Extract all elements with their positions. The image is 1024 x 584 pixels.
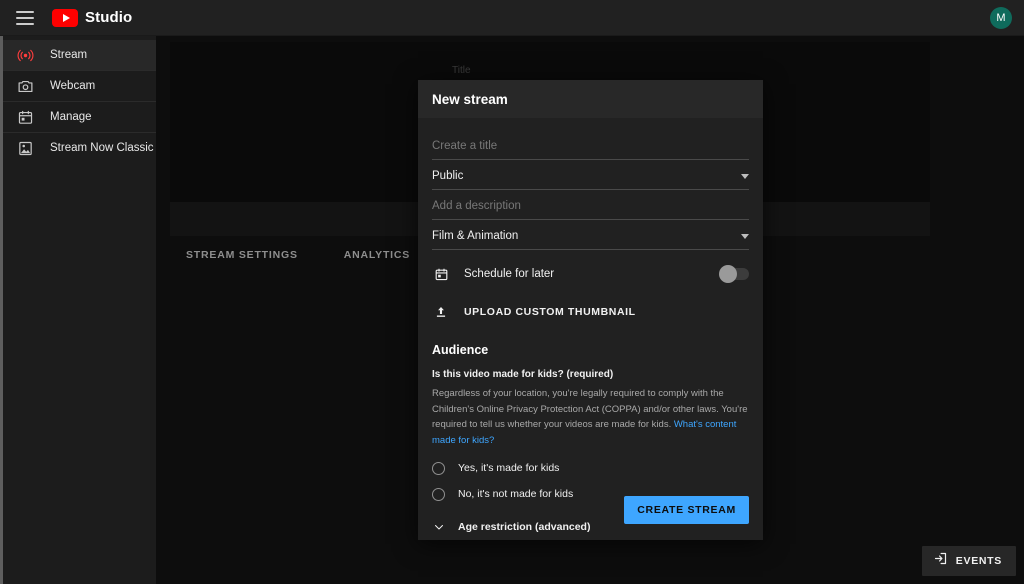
upload-icon xyxy=(432,303,450,321)
calendar-icon xyxy=(432,265,450,283)
sidebar-item-label: Stream xyxy=(50,49,88,61)
brand-label: Studio xyxy=(85,9,133,26)
dialog-body: Create a title Public Add a description … xyxy=(418,118,763,533)
hamburger-icon[interactable] xyxy=(16,10,34,25)
title-field-wrapper: Create a title xyxy=(432,130,749,160)
radio-made-for-kids-yes[interactable]: Yes, it's made for kids xyxy=(432,461,749,475)
top-bar: Studio M xyxy=(0,0,1024,36)
audience-description: Regardless of your location, you're lega… xyxy=(432,386,749,449)
schedule-row: Schedule for later xyxy=(432,265,749,283)
sidebar-item-label: Webcam xyxy=(50,80,96,92)
broadcast-icon xyxy=(14,44,36,66)
sidebar-item-webcam[interactable]: Webcam xyxy=(0,71,156,101)
dialog-title: New stream xyxy=(432,91,508,107)
upload-thumbnail-button[interactable]: UPLOAD CUSTOM THUMBNAIL xyxy=(432,303,749,321)
calendar-icon xyxy=(14,106,36,128)
dialog-header: New stream xyxy=(418,80,763,118)
schedule-toggle[interactable] xyxy=(719,265,749,283)
sidebar-item-stream-now-classic[interactable]: Stream Now Classic xyxy=(0,133,156,163)
radio-circle-icon xyxy=(432,461,445,475)
chevron-down-icon xyxy=(741,233,749,239)
camera-icon xyxy=(14,75,36,97)
avatar[interactable]: M xyxy=(990,7,1012,29)
new-stream-dialog: New stream Create a title Public Add a d… xyxy=(418,80,763,540)
sidebar: Stream Webcam Manage Stream Now Classic xyxy=(0,36,156,584)
title-input-placeholder: Create a title xyxy=(432,140,498,152)
age-restriction-label: Age restriction (advanced) xyxy=(458,520,591,533)
events-button[interactable]: EVENTS xyxy=(921,546,1016,576)
audience-question: Is this video made for kids? (required) xyxy=(432,369,614,380)
visibility-select[interactable]: Public xyxy=(432,160,749,190)
category-select[interactable]: Film & Animation xyxy=(432,220,749,250)
tab-stream-settings[interactable]: STREAM SETTINGS xyxy=(186,249,298,261)
description-field-wrapper: Add a description xyxy=(432,190,749,220)
background-title-label: Title xyxy=(452,65,471,76)
visibility-field-wrapper: Public xyxy=(432,160,749,190)
youtube-logo-icon xyxy=(52,8,78,27)
title-input[interactable]: Create a title xyxy=(432,130,749,160)
studio-brand[interactable]: Studio xyxy=(52,8,133,27)
dialog-footer: CREATE STREAM xyxy=(624,496,749,524)
create-stream-button[interactable]: CREATE STREAM xyxy=(624,496,749,524)
sidebar-item-label: Manage xyxy=(50,111,92,123)
sidebar-item-label: Stream Now Classic xyxy=(50,142,154,154)
page-scrollbar[interactable] xyxy=(0,36,3,584)
radio-circle-icon xyxy=(432,487,445,501)
arrow-into-box-icon xyxy=(933,551,948,571)
sidebar-item-manage[interactable]: Manage xyxy=(0,102,156,132)
chevron-down-icon xyxy=(741,173,749,179)
category-select-value: Film & Animation xyxy=(432,230,519,242)
category-field-wrapper: Film & Animation xyxy=(432,220,749,250)
visibility-select-value: Public xyxy=(432,170,464,182)
upload-thumbnail-label: UPLOAD CUSTOM THUMBNAIL xyxy=(464,306,636,318)
toggle-knob xyxy=(719,265,737,283)
events-button-label: EVENTS xyxy=(955,555,1002,567)
description-input[interactable]: Add a description xyxy=(432,190,749,220)
sidebar-item-stream[interactable]: Stream xyxy=(0,40,156,70)
description-input-placeholder: Add a description xyxy=(432,200,521,212)
radio-label: No, it's not made for kids xyxy=(458,488,574,501)
radio-label: Yes, it's made for kids xyxy=(458,462,560,475)
tab-analytics[interactable]: ANALYTICS xyxy=(344,249,410,261)
chevron-down-icon xyxy=(432,521,446,533)
youtube-studio-live-page: Studio M Stream Webcam Manage Stream Now… xyxy=(0,0,1024,584)
schedule-label: Schedule for later xyxy=(464,268,555,280)
audience-heading: Audience xyxy=(432,343,489,357)
legacy-stream-icon xyxy=(14,137,36,159)
